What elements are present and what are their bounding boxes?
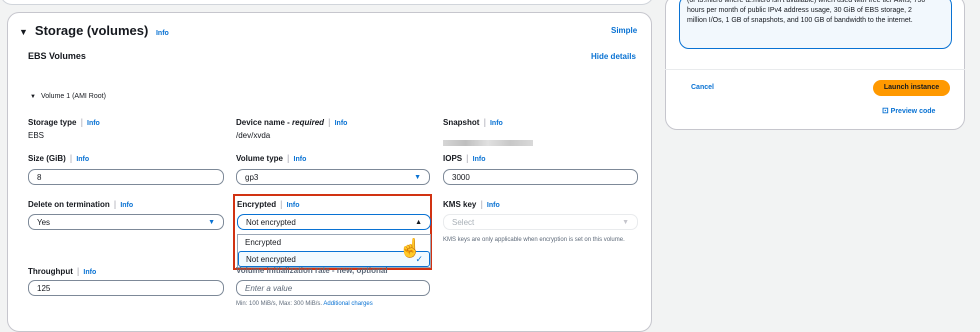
storage-type-label: Storage type | Info (28, 117, 100, 127)
free-tier-text: (or t3.micro where t2.micro isn't availa… (687, 0, 926, 24)
throughput-label: Throughput | Info (28, 266, 97, 276)
init-rate-input[interactable]: Enter a value (236, 280, 430, 296)
iops-input[interactable]: 3000 (443, 169, 638, 185)
size-label: Size (GiB) | Info (28, 153, 90, 163)
launch-instance-button[interactable]: Launch instance (873, 80, 950, 96)
required-marker: required (292, 118, 325, 127)
not-encrypted-option-label: Not encrypted (246, 255, 296, 264)
device-name-info-link[interactable]: Info (335, 120, 348, 127)
size-info-link[interactable]: Info (76, 156, 89, 163)
additional-charges-link[interactable]: Additional charges (323, 301, 372, 307)
encrypted-info-link[interactable]: Info (287, 202, 300, 209)
storage-section-header[interactable]: ▼ Storage (volumes) Info (19, 23, 169, 38)
delete-on-termination-info-link[interactable]: Info (120, 202, 133, 209)
divider (665, 69, 965, 70)
throughput-info-link[interactable]: Info (83, 269, 96, 276)
encrypted-select[interactable]: Not encrypted ▲ (237, 214, 431, 230)
init-rate-help: Min: 100 MiB/s, Max: 300 MiB/s. Addition… (236, 301, 373, 307)
kms-key-info-link[interactable]: Info (487, 202, 500, 209)
cancel-link[interactable]: Cancel (691, 84, 714, 91)
storage-info-link[interactable]: Info (156, 30, 169, 37)
volume-1-label: Volume 1 (AMI Root) (40, 93, 106, 100)
previous-section-edge (0, 0, 654, 5)
init-rate-help-text: Min: 100 MiB/s, Max: 300 MiB/s. (236, 301, 323, 307)
size-label-text: Size (GiB) (28, 154, 66, 163)
hand-cursor-icon: ☝ (399, 238, 422, 258)
delete-on-termination-label: Delete on termination | Info (28, 199, 134, 209)
encrypted-value: Not encrypted (246, 218, 296, 227)
dropdown-arrow-icon: ▼ (622, 219, 629, 226)
init-rate-label: Volume initialization rate - new, option… (236, 266, 388, 275)
preview-code-button[interactable]: ⊡ Preview code (882, 106, 935, 115)
device-name-label-text: Device name - (236, 118, 290, 127)
volume-type-info-link[interactable]: Info (294, 156, 307, 163)
preview-code-label: Preview code (890, 108, 936, 115)
snapshot-info-link[interactable]: Info (490, 120, 503, 127)
dropdown-arrow-icon: ▼ (208, 219, 215, 226)
iops-label: IOPS | Info (443, 153, 486, 163)
snapshot-label-text: Snapshot (443, 118, 480, 127)
snapshot-value-redacted (443, 133, 533, 151)
storage-type-value: EBS (28, 131, 45, 140)
iops-info-link[interactable]: Info (473, 156, 486, 163)
delete-on-termination-value: Yes (37, 218, 51, 227)
dropdown-arrow-icon: ▼ (414, 174, 421, 181)
volume-1-toggle[interactable]: ▼ Volume 1 (AMI Root) (30, 93, 106, 100)
storage-type-info-link[interactable]: Info (87, 120, 100, 127)
ebs-volumes-heading: EBS Volumes (28, 51, 86, 61)
volume-type-label-text: Volume type (236, 154, 283, 163)
encrypted-label-text: Encrypted (237, 200, 277, 209)
caret-down-icon: ▼ (30, 94, 36, 100)
caret-down-icon: ▼ (19, 26, 28, 37)
volume-type-value: gp3 (245, 173, 259, 182)
volume-type-select[interactable]: gp3 ▼ (236, 169, 430, 185)
hide-details-link[interactable]: Hide details (591, 52, 636, 61)
device-name-value: /dev/xvda (236, 131, 271, 140)
volume-type-label: Volume type | Info (236, 153, 307, 163)
throughput-input[interactable]: 125 (28, 280, 224, 296)
kms-key-label: KMS key | Info (443, 199, 500, 209)
delete-on-termination-select[interactable]: Yes ▼ (28, 214, 224, 230)
delete-on-termination-label-text: Delete on termination (28, 200, 110, 209)
iops-label-text: IOPS (443, 154, 463, 163)
device-name-label: Device name - required | Info (236, 117, 348, 127)
code-preview-icon: ⊡ (882, 106, 889, 115)
storage-type-label-text: Storage type (28, 118, 77, 127)
encrypted-label: Encrypted | Info (237, 199, 300, 209)
snapshot-label: Snapshot | Info (443, 117, 503, 127)
storage-title: Storage (volumes) (34, 23, 149, 38)
throughput-label-text: Throughput (28, 267, 73, 276)
kms-key-select: Select ▼ (443, 214, 638, 230)
kms-key-help: KMS keys are only applicable when encryp… (443, 237, 625, 243)
kms-key-placeholder: Select (452, 218, 475, 227)
size-input[interactable]: 8 (28, 169, 224, 185)
kms-key-label-text: KMS key (443, 200, 477, 209)
simple-link[interactable]: Simple (611, 26, 637, 35)
dropdown-up-arrow-icon: ▲ (415, 219, 422, 226)
